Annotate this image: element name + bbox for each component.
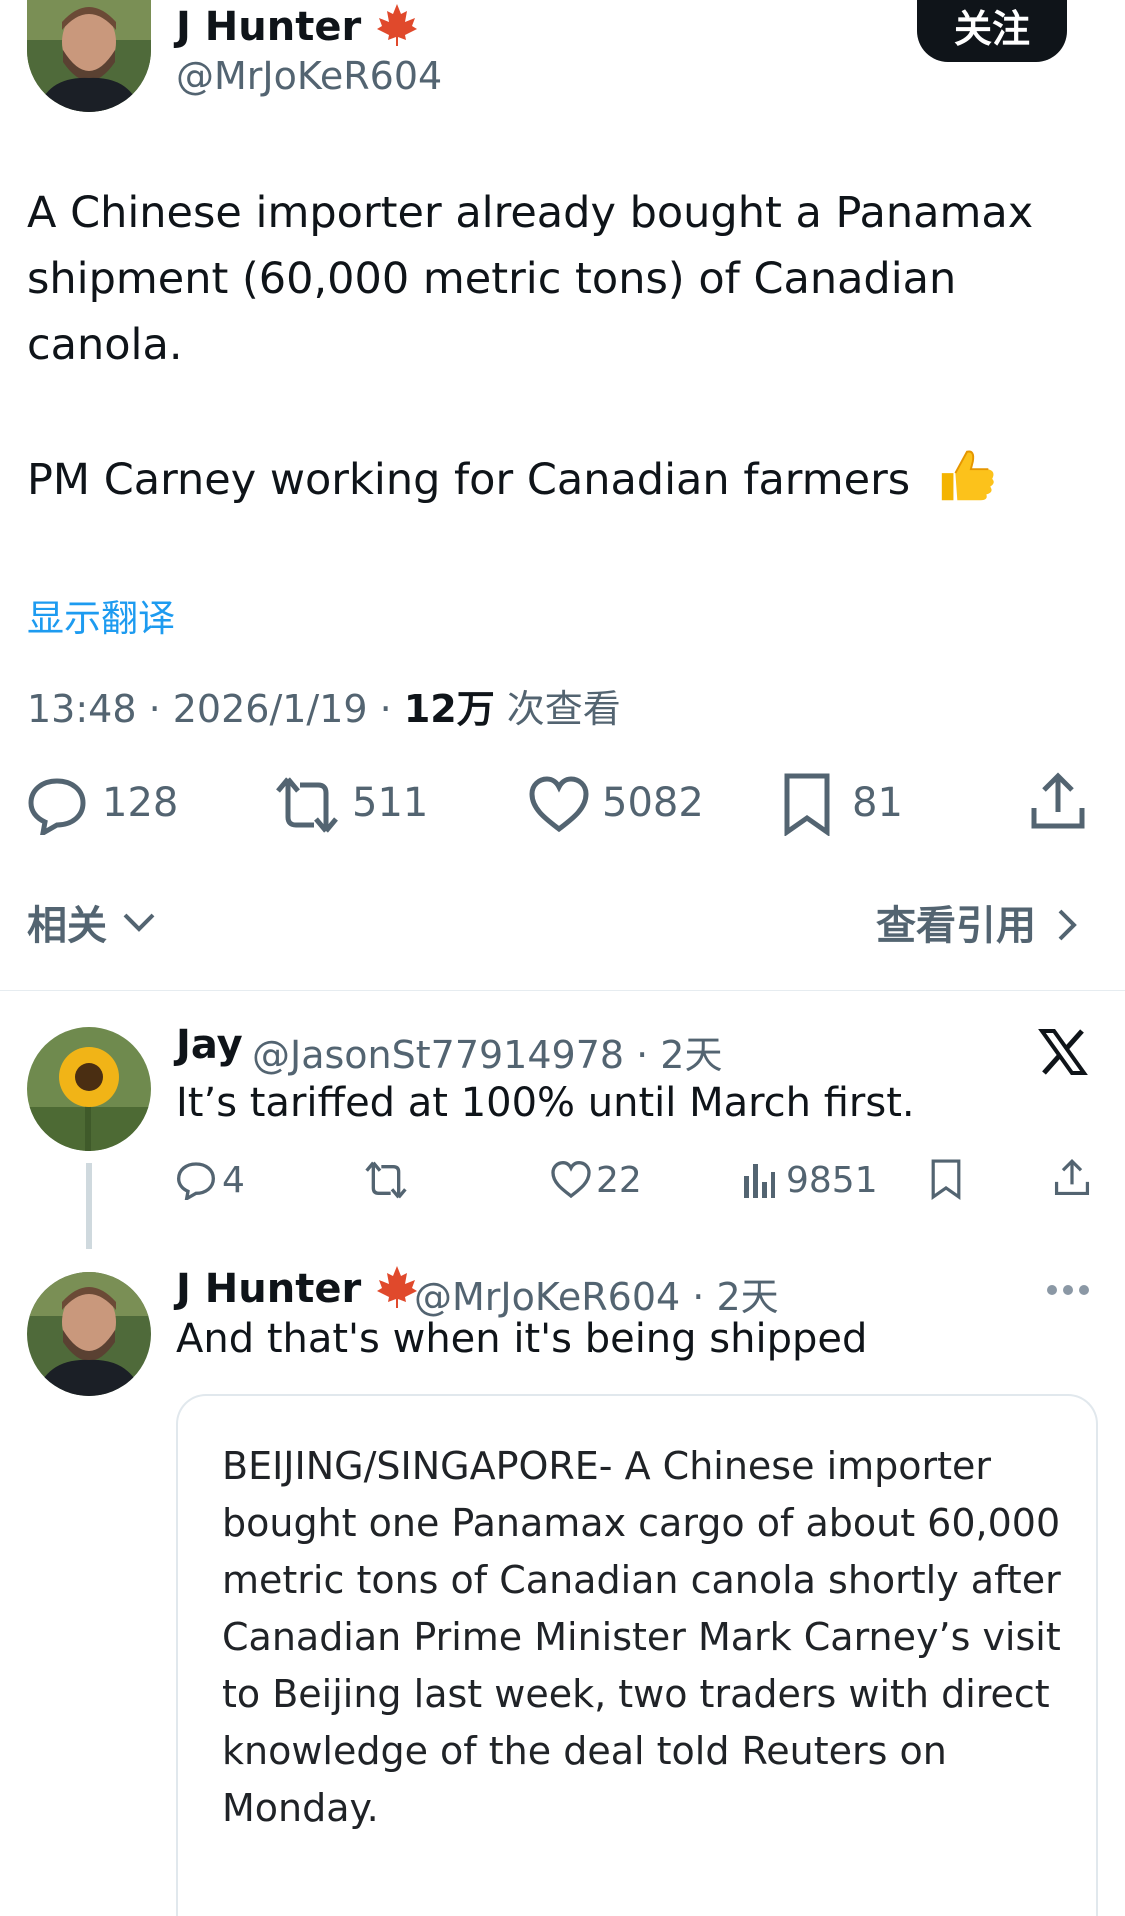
reply-author-name[interactable]: Jay (176, 1022, 243, 1068)
author-name[interactable]: J Hunter (176, 2, 419, 50)
chevron-down-icon (123, 913, 155, 932)
share-icon[interactable] (1030, 772, 1086, 836)
card-line: metric tons of Canadian canola shortly a… (222, 1558, 1061, 1602)
related-dropdown[interactable]: 相关 (27, 893, 157, 951)
bookmark-count: 81 (852, 780, 903, 826)
view-quotes-link[interactable]: 查看引用 (876, 893, 1080, 951)
card-line: to Beijing last week, two traders with d… (222, 1672, 1050, 1716)
reply-like-count: 22 (596, 1160, 642, 1201)
views-chart-icon[interactable] (742, 1160, 776, 1204)
reply-repost-icon[interactable] (364, 1160, 408, 1204)
x-logo-icon[interactable] (1038, 1027, 1088, 1081)
card-line: knowledge of the deal told Reuters on (222, 1729, 947, 1773)
reply-icon[interactable] (27, 775, 87, 839)
repost-count: 511 (352, 780, 429, 826)
reply-reply-count: 4 (222, 1160, 245, 1201)
bookmark-icon[interactable] (782, 772, 832, 840)
reply-reply-icon[interactable] (176, 1160, 216, 1204)
reply-meta[interactable]: @JasonSt77914978 · 2天 (252, 1024, 722, 1079)
reply-views-count: 9851 (786, 1160, 878, 1201)
more-options-icon[interactable] (1046, 1282, 1090, 1301)
like-count: 5082 (602, 780, 704, 826)
nested-reply-author-name[interactable]: J Hunter (176, 1264, 419, 1312)
card-line: Canadian Prime Minister Mark Carney’s vi… (222, 1615, 1061, 1659)
card-line: Monday. (222, 1786, 379, 1830)
thumbs-up-icon (941, 450, 994, 501)
reply-share-icon[interactable] (1054, 1158, 1090, 1202)
divider (0, 990, 1125, 991)
reply-like-icon[interactable] (550, 1160, 592, 1204)
chevron-right-icon (1058, 909, 1077, 941)
author-avatar[interactable] (27, 0, 151, 112)
author-handle[interactable]: @MrJoKeR604 (176, 54, 442, 98)
tweet-timestamp: 13:48 · 2026/1/19 · 12万 次查看 (27, 687, 621, 731)
quoted-article-text: BEIJING/SINGAPORE- A Chinese importer bo… (222, 1438, 1072, 1837)
nested-reply-avatar[interactable] (27, 1272, 151, 1396)
tweet-text-line: PM Carney working for Canadian farmers (27, 444, 1087, 513)
views-count: 12万 (403, 687, 495, 731)
repost-icon[interactable] (274, 775, 340, 839)
tweet-text-line: shipment (60,000 metric tons) of Canadia… (27, 254, 957, 304)
show-translation-link[interactable]: 显示翻译 (27, 588, 175, 642)
reply-count: 128 (102, 780, 179, 826)
tweet-text: A Chinese importer already bought a Pana… (27, 180, 1087, 513)
reply-thread-line (86, 1163, 92, 1249)
maple-leaf-icon (377, 1266, 418, 1308)
card-line: BEIJING/SINGAPORE- A Chinese importer (222, 1444, 992, 1488)
maple-leaf-icon (377, 4, 418, 46)
card-line: bought one Panamax cargo of about 60,000 (222, 1501, 1061, 1545)
tweet-text-line: A Chinese importer already bought a Pana… (27, 188, 1034, 238)
like-icon[interactable] (528, 775, 590, 839)
reply-avatar[interactable] (27, 1027, 151, 1151)
reply-text: It’s tariffed at 100% until March first. (176, 1080, 915, 1126)
quoted-article-card[interactable]: BEIJING/SINGAPORE- A Chinese importer bo… (176, 1394, 1098, 1916)
follow-button[interactable]: 关注 (917, 0, 1067, 62)
reply-bookmark-icon[interactable] (930, 1158, 962, 1204)
nested-reply-meta[interactable]: @MrJoKeR604 · 2天 (414, 1266, 779, 1321)
nested-reply-text: And that's when it's being shipped (176, 1316, 868, 1362)
tweet-text-line: canola. (27, 320, 183, 370)
